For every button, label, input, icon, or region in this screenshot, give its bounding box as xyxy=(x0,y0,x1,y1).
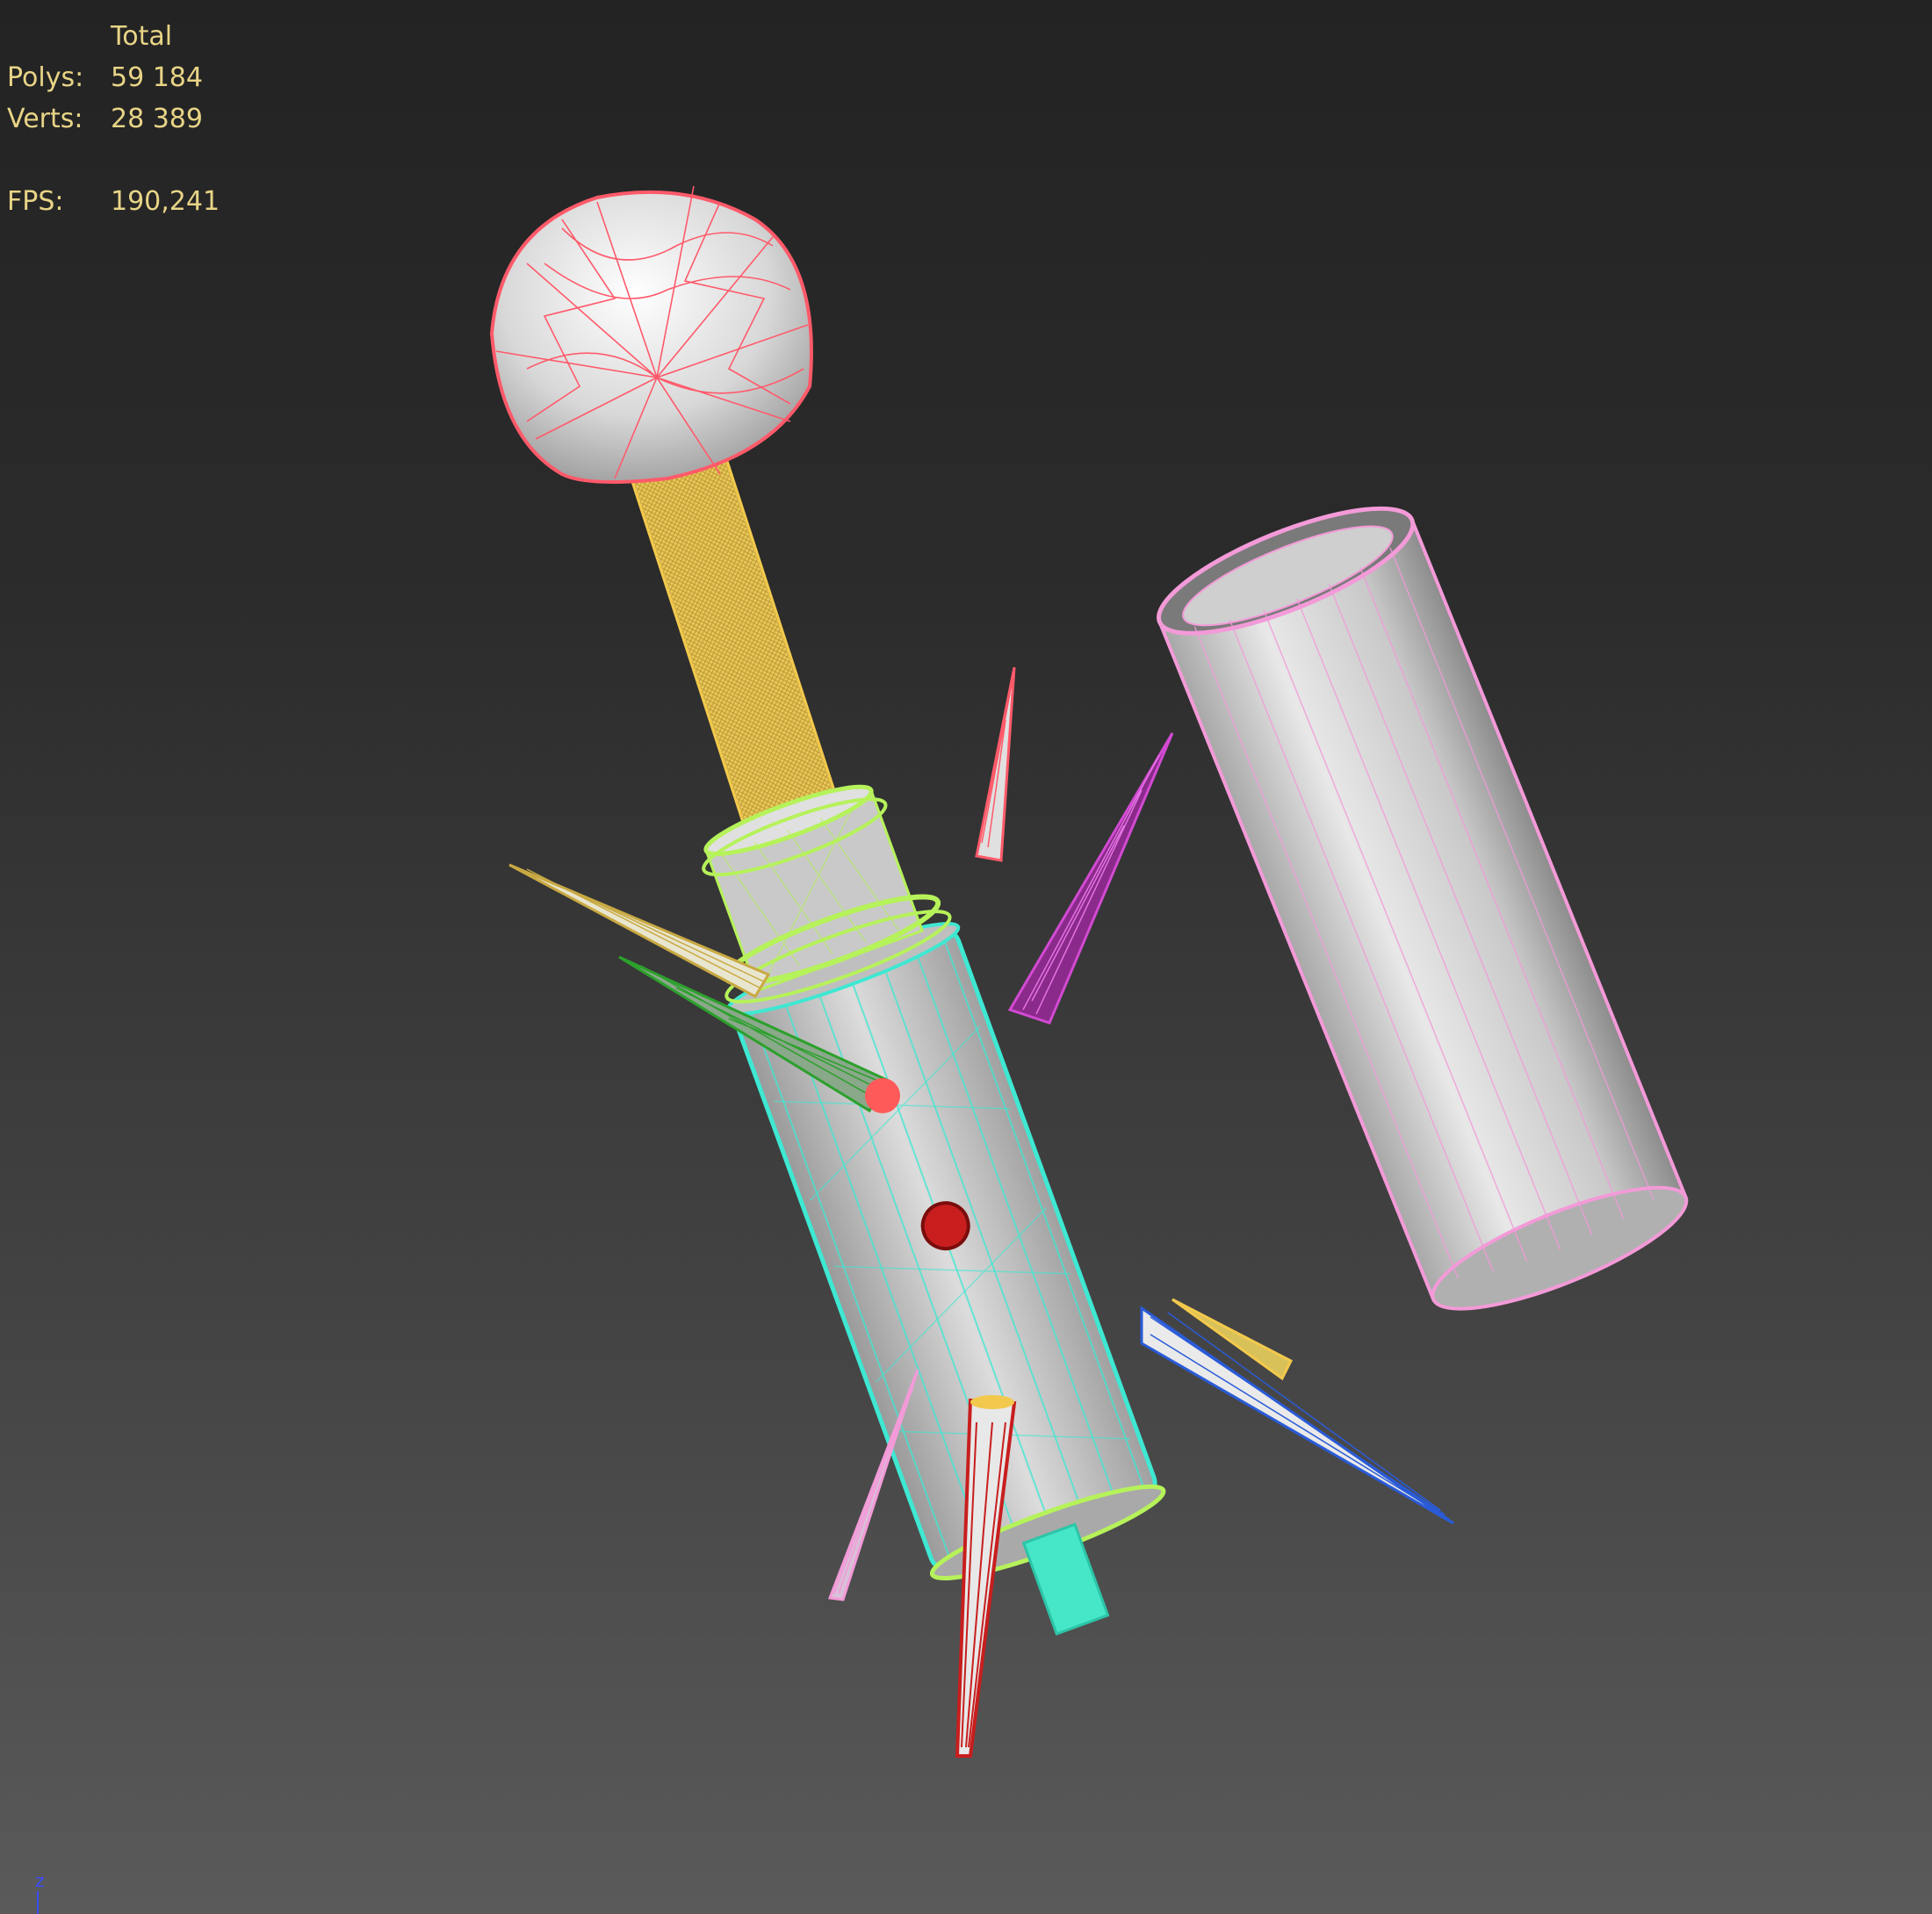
3d-viewport[interactable]: Total Polys: 59 184 Verts: 28 389 FPS: 1… xyxy=(0,0,1932,1914)
viewport-scene[interactable] xyxy=(0,0,1932,1914)
spike-blue[interactable] xyxy=(1140,1306,1454,1525)
polys-value: 59 184 xyxy=(111,62,203,93)
z-axis-label: z xyxy=(35,1870,45,1891)
spike-magenta[interactable] xyxy=(1007,732,1174,1025)
fps-value: 190,241 xyxy=(111,186,220,217)
sphere-head-mesh[interactable] xyxy=(489,185,813,484)
fps-label: FPS: xyxy=(7,186,64,217)
verts-label: Verts: xyxy=(7,104,83,134)
yellow-rod-mesh[interactable] xyxy=(630,449,843,842)
hollow-tube-mesh[interactable] xyxy=(1145,484,1699,1331)
polys-label: Polys: xyxy=(7,62,84,93)
main-body-mesh[interactable] xyxy=(667,764,1197,1667)
stats-heading: Total xyxy=(111,21,173,52)
z-axis-gizmo-icon: z xyxy=(35,1870,45,1914)
verts-value: 28 389 xyxy=(111,104,203,134)
spike-red-top[interactable] xyxy=(975,666,1016,862)
